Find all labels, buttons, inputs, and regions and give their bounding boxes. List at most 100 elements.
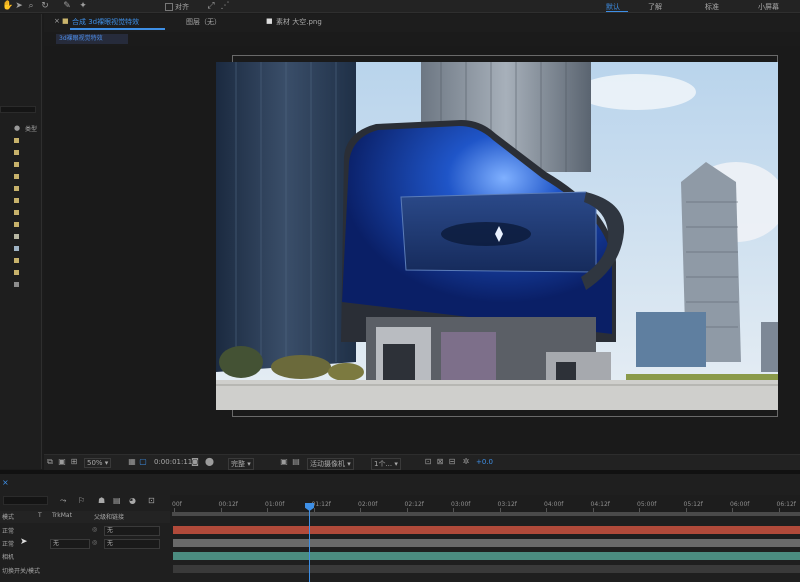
ruler-tick-label: 06:00f (730, 501, 750, 508)
tab-layer[interactable]: 图层（无） (186, 17, 221, 27)
snap-options-icon[interactable]: ⋰ (220, 1, 230, 11)
ruler-tick-label: 06:12f (776, 501, 796, 508)
viewer-tabs: × ■ 合成 3d裸眼视觉特效 图层（无） ■ 素材 大空.png (44, 14, 800, 32)
workspace-small-screen[interactable]: 小屏幕 (758, 2, 779, 12)
tab-composition[interactable]: 合成 3d裸眼视觉特效 (72, 17, 139, 27)
guides-icon[interactable]: ⊞ (70, 458, 78, 466)
label-swatch[interactable] (14, 246, 19, 251)
always-preview-icon[interactable]: ⧉ (46, 458, 54, 466)
ruler-tick-label: 00:12f (218, 501, 238, 508)
label-swatch[interactable] (14, 138, 19, 143)
composition-render[interactable] (216, 62, 778, 410)
comp-mini-flowchart-icon[interactable]: ⤳ (60, 496, 66, 506)
motion-blur-icon[interactable]: ◕ (129, 496, 136, 505)
playhead-line[interactable] (309, 503, 310, 582)
layer-mode[interactable]: 正常 (2, 526, 14, 535)
workspace-standard[interactable]: 标准 (705, 2, 719, 12)
parent-column-header[interactable]: 父级和链接 (94, 512, 124, 521)
layer-duration-bar[interactable] (173, 526, 800, 534)
ruler-tick-label: 01:12f (311, 501, 331, 508)
label-swatch[interactable] (14, 258, 19, 263)
ruler-tick-label: 02:12f (404, 501, 424, 508)
ruler-tick-label: 05:00f (637, 501, 657, 508)
layer-row[interactable]: 相机 (0, 551, 170, 562)
label-swatch[interactable] (14, 210, 19, 215)
hand-icon[interactable]: ✋ (2, 1, 13, 11)
render-icon[interactable]: ⊠ (436, 458, 444, 466)
zoom-icon[interactable]: ⌕ (26, 1, 36, 11)
align-checkbox[interactable] (165, 3, 173, 11)
layer-duration-bar[interactable] (173, 539, 800, 547)
mask-visibility-icon[interactable]: ▢ (139, 458, 147, 466)
workspace-learn[interactable]: 了解 (648, 2, 662, 12)
resolution-dropdown[interactable]: 完整 ▾ (228, 458, 254, 470)
draft-3d-icon[interactable]: ▤ (292, 458, 300, 466)
project-search-input[interactable] (0, 106, 36, 113)
switches-modes-toggle[interactable]: 切换开关/模式 (2, 566, 40, 575)
trkmat-dropdown[interactable]: 无 (50, 539, 90, 549)
rotate-icon[interactable]: ↻ (40, 1, 50, 11)
trkmat-value: 无 (53, 540, 60, 547)
timeline-search-input[interactable] (3, 496, 48, 505)
exposure-value[interactable]: +0.0 (476, 458, 493, 466)
pickwhip-icon[interactable]: ◎ (92, 526, 97, 533)
composition-breadcrumb[interactable]: 3d裸眼视觉特效 (56, 34, 128, 44)
parent-dropdown[interactable]: 无 (104, 539, 160, 549)
zoom-dropdown[interactable]: 50% ▾ (84, 458, 112, 468)
align-label: 对齐 (175, 3, 189, 11)
layer-row[interactable]: 正常 ◎ 无 (0, 525, 170, 536)
tab-close-icon[interactable]: × (54, 17, 60, 25)
snap-icon[interactable]: ⤢ (206, 1, 216, 11)
snapshot-camera-icon[interactable]: ◙ (191, 458, 199, 466)
region-of-interest-icon[interactable]: ▣ (58, 458, 66, 466)
trkmat-column-header[interactable]: TrkMat (52, 512, 72, 519)
views-value: 1个... (374, 460, 393, 468)
label-swatch[interactable] (14, 270, 19, 275)
camera-value: 活动摄像机 (310, 460, 345, 468)
label-swatch[interactable] (14, 234, 19, 239)
layer-mode[interactable]: 相机 (2, 552, 14, 561)
tab-footage[interactable]: 素材 大空.png (276, 17, 322, 27)
pen-icon[interactable]: ✎ (62, 1, 72, 11)
graph-editor-icon[interactable]: ⊡ (148, 496, 155, 505)
type-column-header[interactable]: 类型 (25, 124, 37, 133)
color-channel-icon[interactable]: ⬤ (205, 458, 214, 466)
label-swatch[interactable] (14, 186, 19, 191)
exposure-reset-icon[interactable]: ✲ (462, 458, 470, 466)
label-swatch[interactable] (14, 222, 19, 227)
flowchart-icon[interactable]: ⊟ (448, 458, 456, 466)
selection-arrow-icon[interactable]: ➤ (14, 1, 24, 11)
fast-previews-icon[interactable]: ▣ (280, 458, 288, 466)
pickwhip-icon[interactable]: ◎ (92, 539, 97, 546)
ruler-tick-label: 03:12f (497, 501, 517, 508)
parent-dropdown[interactable]: 无 (104, 526, 160, 536)
lock-icon[interactable]: ■ (62, 17, 69, 25)
ruler-tick-label: 02:00f (358, 501, 378, 508)
puppet-pin-icon[interactable]: ✦ (78, 1, 88, 11)
pixel-aspect-icon[interactable]: ⊡ (424, 458, 432, 466)
viewer-controls-bar: ⧉ ▣ ⊞ 50% ▾ ▦ ▢ 0:00:01:11 ◙ ⬤ 完整 ▾ ▣ ▤ … (44, 454, 800, 470)
shy-layers-icon[interactable]: ☗ (98, 496, 105, 505)
layer-duration-bar[interactable] (173, 565, 800, 573)
views-dropdown[interactable]: 1个... ▾ (371, 458, 401, 470)
timeline-close-icon[interactable]: × (2, 478, 9, 487)
transparency-grid-icon[interactable]: ▦ (128, 458, 136, 466)
layer-mode[interactable]: 正常 (2, 539, 14, 548)
ruler-tick-label: 03:00f (451, 501, 471, 508)
layer-duration-bar[interactable] (173, 552, 800, 560)
mode-column-header[interactable]: 模式 (2, 512, 14, 521)
label-swatch[interactable] (14, 150, 19, 155)
label-swatch[interactable] (14, 282, 19, 287)
label-swatch[interactable] (14, 198, 19, 203)
parent-value: 无 (107, 540, 114, 547)
project-panel: ● 类型 (0, 14, 42, 469)
layer-columns-header: 模式 T TrkMat 父级和链接 (0, 511, 170, 523)
frame-blending-icon[interactable]: ▤ (113, 496, 121, 505)
camera-dropdown[interactable]: 活动摄像机 ▾ (307, 458, 354, 470)
work-area-bar[interactable] (172, 512, 800, 516)
timecode[interactable]: 0:00:01:11 (154, 458, 192, 466)
label-swatch[interactable] (14, 174, 19, 179)
draft-3d-toggle-icon[interactable]: ⚐ (78, 496, 85, 505)
t-column-header[interactable]: T (38, 512, 42, 519)
label-swatch[interactable] (14, 162, 19, 167)
